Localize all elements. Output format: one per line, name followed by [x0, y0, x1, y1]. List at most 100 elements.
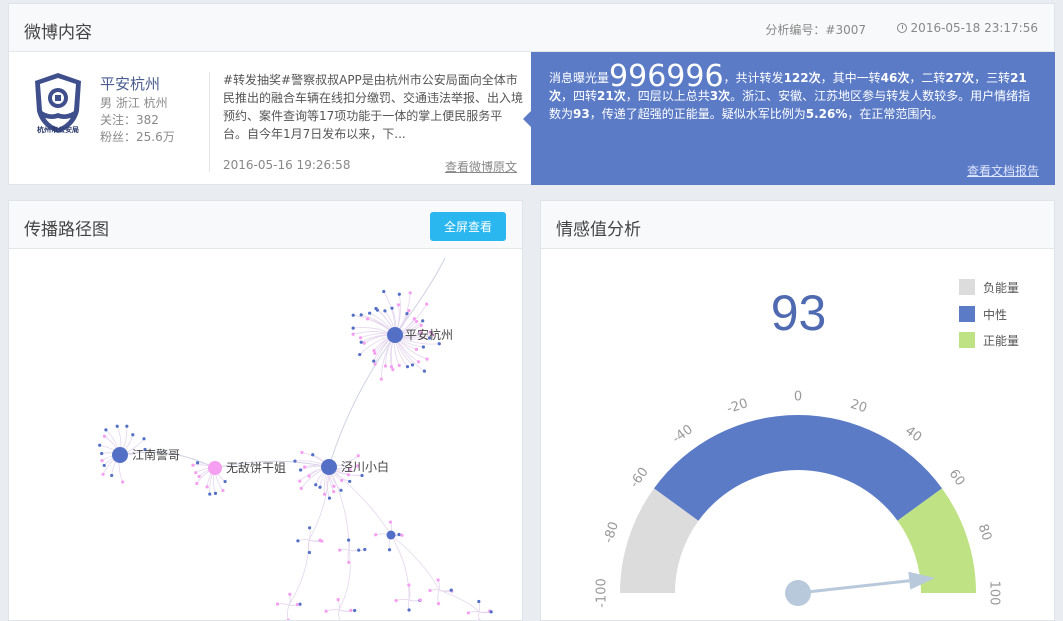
analysis-timestamp: 2016-05-18 23:17:56 [896, 21, 1038, 35]
graph-leaf-node [397, 532, 401, 537]
graph-leaf-node [332, 484, 336, 488]
graph-leaf-node [397, 292, 401, 296]
graph-leaf-link [395, 598, 410, 602]
graph-leaf-node [191, 463, 195, 467]
graph-leaf-node [299, 486, 303, 490]
graph-leaf-node [332, 489, 336, 494]
account-name[interactable]: 平安杭州 [100, 73, 160, 94]
summary-seg: ，共计转发 [723, 71, 784, 85]
graph-leaf-node [449, 588, 453, 592]
graph-leaf-node [421, 319, 425, 323]
graph-leaf-node [298, 479, 302, 483]
sentiment-panel-title: 情感值分析 [556, 220, 641, 240]
graph-leaf-node [407, 583, 411, 587]
graph-node[interactable] [112, 447, 128, 463]
graph-leaf-node [394, 599, 398, 603]
graph-leaf-node [348, 479, 352, 484]
graph-leaf-node [356, 454, 360, 458]
graph-leaf-link [478, 611, 480, 620]
weibo-panel-header: 微博内容 分析编号：#3007 2016-05-18 23:17:56 [9, 4, 1054, 52]
graph-leaf-node [405, 365, 410, 369]
graph-leaf-node [205, 485, 209, 489]
summary-box: 消息曝光量996996，共计转发122次，其中一转46次，二转27次，三转21次… [523, 52, 1055, 185]
weibo-panel: 微博内容 分析编号：#3007 2016-05-18 23:17:56 杭州市公… [8, 3, 1055, 185]
graph-subnode[interactable] [386, 530, 396, 540]
timestamp-text: 2016-05-18 23:17:56 [910, 21, 1038, 35]
graph-leaf-node [195, 481, 199, 486]
gauge-tick-label: -100 [595, 578, 610, 608]
gauge-tick-label: 80 [975, 522, 994, 542]
graph-leaf-node [477, 599, 481, 604]
graph-leaf-node [223, 479, 227, 484]
graph-leaf-node [213, 491, 218, 495]
gauge-tick-label: -20 [725, 396, 750, 417]
graph-leaf-node [311, 453, 315, 457]
weibo-panel-title: 微博内容 [24, 23, 92, 43]
graph-leaf-node [362, 341, 366, 345]
graph-leaf-link [328, 466, 350, 551]
graph-leaf-node [415, 319, 419, 324]
graph-leaf-node [288, 592, 292, 596]
graph-edges [99, 257, 492, 620]
graph-leaf-node [286, 618, 290, 620]
graph-leaf-node [421, 345, 425, 349]
graph-leaf-node [339, 488, 343, 492]
graph-leaf-node [208, 492, 212, 496]
graph-node[interactable] [208, 461, 222, 475]
propagation-graph[interactable]: 平安杭州江南警哥无敌饼干姐 泾川小白 [9, 250, 522, 620]
graph-leaf-node [221, 488, 225, 493]
graph-leaf-link [277, 603, 290, 606]
summary-seg: ，四层以上总共 [625, 89, 710, 103]
graph-leaf-node [318, 538, 322, 542]
graph-node[interactable] [387, 327, 403, 343]
view-original-post-link[interactable]: 查看微博原文 [445, 158, 517, 175]
gauge-band [653, 415, 943, 521]
view-report-link[interactable]: 查看文档报告 [967, 162, 1039, 179]
graph-leaf-node [360, 473, 364, 478]
propagation-panel: 传播路径图 全屏查看 平安杭州 江南警哥 无敌饼干姐 泾川小白 [8, 200, 523, 621]
graph-leaf-node [275, 602, 280, 606]
graph-leaf-node [437, 342, 441, 346]
graph-leaf-node [405, 312, 409, 316]
graph-leaf-node [102, 463, 106, 468]
graph-leaf-node [110, 473, 114, 478]
graph-leaf-node [387, 548, 392, 552]
graph-leaf-link [468, 611, 480, 614]
graph-leaf-node [366, 317, 370, 321]
graph-leaf-node [363, 547, 367, 552]
gauge-pivot [785, 580, 811, 606]
gauge-tick-label: 20 [848, 397, 868, 416]
graph-leaf-node [194, 471, 198, 475]
graph-leaf-node [382, 289, 386, 294]
graph-leaf-node [102, 434, 107, 438]
graph-leaf-node [293, 459, 297, 463]
graph-leaf-node [374, 533, 378, 537]
fullscreen-button[interactable]: 全屏查看 [430, 212, 506, 241]
summary-prefix: 消息曝光量 [549, 71, 610, 85]
gauge-tick-label: 60 [946, 467, 968, 489]
graph-leaf-link [438, 589, 480, 613]
propagation-panel-title: 传播路径图 [24, 220, 109, 240]
graph-leaf-node [358, 352, 362, 357]
graph-leaf-node [303, 465, 307, 469]
level2-reposts: 27次 [945, 71, 975, 85]
graph-node-label: 泾川小白 [341, 459, 389, 474]
gauge-tick-label: -40 [670, 422, 696, 447]
graph-leaf-node [419, 323, 423, 327]
graph-leaf-node [422, 369, 426, 373]
graph-node[interactable] [321, 459, 337, 475]
graph-leaf-node [466, 611, 471, 615]
summary-seg: ，在正常范围内。 [847, 107, 944, 121]
graph-leaf-node [307, 526, 312, 530]
graph-leaf-node [383, 364, 388, 368]
gauge-tick-label: -60 [627, 465, 652, 491]
graph-leaf-node [351, 313, 355, 317]
graph-leaf-node [142, 437, 146, 441]
graph-nodes: 平安杭州江南警哥无敌饼干姐 泾川小白 [112, 327, 453, 540]
graph-leaf-node [359, 340, 363, 344]
graph-leaf-node [195, 461, 200, 465]
graph-leaf-node [295, 602, 299, 607]
gauge-tick-label: -80 [601, 520, 622, 545]
summary-seg: ，四转 [561, 89, 598, 103]
summary-seg: ，其中一转 [820, 71, 881, 85]
